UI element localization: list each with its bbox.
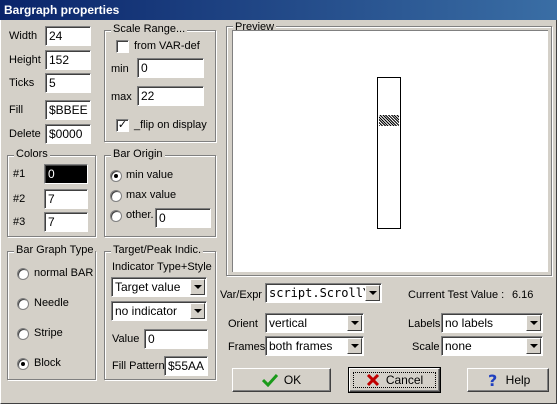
color2-field[interactable]: 7 [44, 189, 88, 209]
scale-max-field[interactable]: 22 [137, 86, 204, 106]
width-field[interactable]: 24 [45, 26, 91, 46]
chevron-down-icon[interactable] [526, 338, 541, 354]
bar-origin-title: Bar Origin [111, 148, 165, 160]
chevron-down-icon[interactable] [190, 303, 205, 319]
indicator-style-value: no indicator [115, 304, 178, 318]
frames-label: Frames [228, 341, 266, 353]
target-peak-title: Target/Peak Indic. [111, 244, 204, 256]
frames-value: both frames [269, 339, 333, 353]
chevron-down-icon[interactable] [347, 338, 362, 354]
chevron-down-icon[interactable] [347, 315, 362, 331]
labels-select[interactable]: no labels [441, 313, 543, 333]
orient-label: Orient [228, 318, 258, 330]
current-test-label: Current Test Value : [408, 289, 505, 301]
svg-text:?: ? [488, 372, 497, 388]
bargraph-preview [377, 77, 401, 229]
origin-min-radio[interactable] [110, 170, 122, 182]
colors-group-title: Colors [14, 148, 50, 160]
var-expr-value: script.ScrollY [269, 286, 371, 300]
delete-field[interactable]: $0000 [45, 124, 91, 144]
bar-graph-type-title: Bar Graph Type [14, 244, 96, 256]
fill-pattern-label: Fill Pattern [112, 360, 165, 372]
flip-on-display-label: _flip on display [134, 119, 207, 131]
chevron-down-icon[interactable] [365, 285, 380, 301]
scale-select[interactable]: none [441, 336, 543, 356]
radio-block-label: Block [34, 357, 61, 369]
radio-stripe[interactable] [17, 328, 29, 340]
chevron-down-icon[interactable] [190, 279, 205, 295]
fill-label: Fill [9, 104, 24, 116]
from-var-def-label: from VAR-def [134, 40, 200, 52]
cancel-button[interactable]: Cancel [348, 367, 441, 393]
radio-normal-bar[interactable] [17, 268, 29, 280]
checkmark-icon [261, 373, 278, 387]
height-label: Height [9, 54, 41, 66]
indicator-value-label: Value [112, 333, 140, 345]
radio-stripe-label: Stripe [34, 327, 63, 339]
ticks-label: Ticks [9, 77, 35, 89]
origin-other-field[interactable]: 0 [155, 208, 211, 228]
flip-on-display-checkbox[interactable]: ✓ [116, 119, 129, 132]
var-expr-select[interactable]: script.ScrollY [265, 283, 382, 303]
current-test-value: 6.16 [512, 289, 534, 301]
radio-block[interactable] [17, 358, 29, 370]
radio-needle[interactable] [17, 298, 29, 310]
frames-select[interactable]: both frames [265, 336, 364, 356]
radio-needle-label: Needle [34, 297, 69, 309]
height-field[interactable]: 152 [45, 50, 91, 70]
color1-field[interactable]: 0 [44, 164, 88, 184]
scale-min-field[interactable]: 0 [137, 58, 204, 78]
scale-label: Scale [412, 341, 440, 353]
labels-label: Labels [408, 318, 441, 330]
from-var-def-checkbox[interactable] [116, 40, 129, 53]
fill-pattern-field[interactable]: $55AA [164, 356, 208, 376]
width-label: Width [9, 30, 38, 42]
preview-canvas [232, 30, 548, 272]
scale-value: none [445, 339, 472, 353]
help-button[interactable]: ? Help [467, 368, 549, 392]
indicator-type-value: Target value [115, 280, 181, 294]
indicator-type-style-label: Indicator Type+Style [112, 261, 212, 273]
ticks-field[interactable]: 5 [45, 73, 91, 93]
color3-field[interactable]: 7 [44, 212, 88, 232]
chevron-down-icon[interactable] [526, 315, 541, 331]
orient-select[interactable]: vertical [265, 313, 364, 333]
delete-label: Delete [9, 128, 41, 140]
var-expr-label: Var/Expr [220, 289, 262, 301]
color1-label: #1 [13, 168, 26, 180]
origin-max-label: max value [126, 189, 177, 201]
labels-value: no labels [445, 316, 494, 330]
scale-min-label: min [111, 63, 129, 75]
help-icon: ? [488, 372, 497, 388]
ok-button[interactable]: OK [232, 368, 331, 392]
bargraph-block-indicator [379, 115, 399, 126]
indicator-value-field[interactable]: 0 [144, 329, 208, 349]
origin-other-radio[interactable] [110, 210, 122, 222]
window-title: Bargraph properties [0, 0, 557, 20]
indicator-style-select[interactable]: no indicator [111, 301, 207, 321]
indicator-type-select[interactable]: Target value [111, 277, 207, 297]
origin-other-label: other. [126, 209, 154, 221]
orient-value: vertical [269, 316, 308, 330]
scale-max-label: max [111, 91, 132, 103]
color3-label: #3 [13, 216, 26, 228]
color2-label: #2 [13, 193, 26, 205]
origin-min-label: min value [126, 169, 174, 181]
ok-button-label: OK [283, 373, 302, 387]
scale-range-title: Scale Range... [111, 23, 188, 35]
origin-max-radio[interactable] [110, 190, 122, 202]
radio-normal-bar-label: normal BAR [34, 267, 94, 279]
help-button-label: Help [505, 373, 531, 387]
fill-field[interactable]: $BBEE [45, 100, 91, 120]
